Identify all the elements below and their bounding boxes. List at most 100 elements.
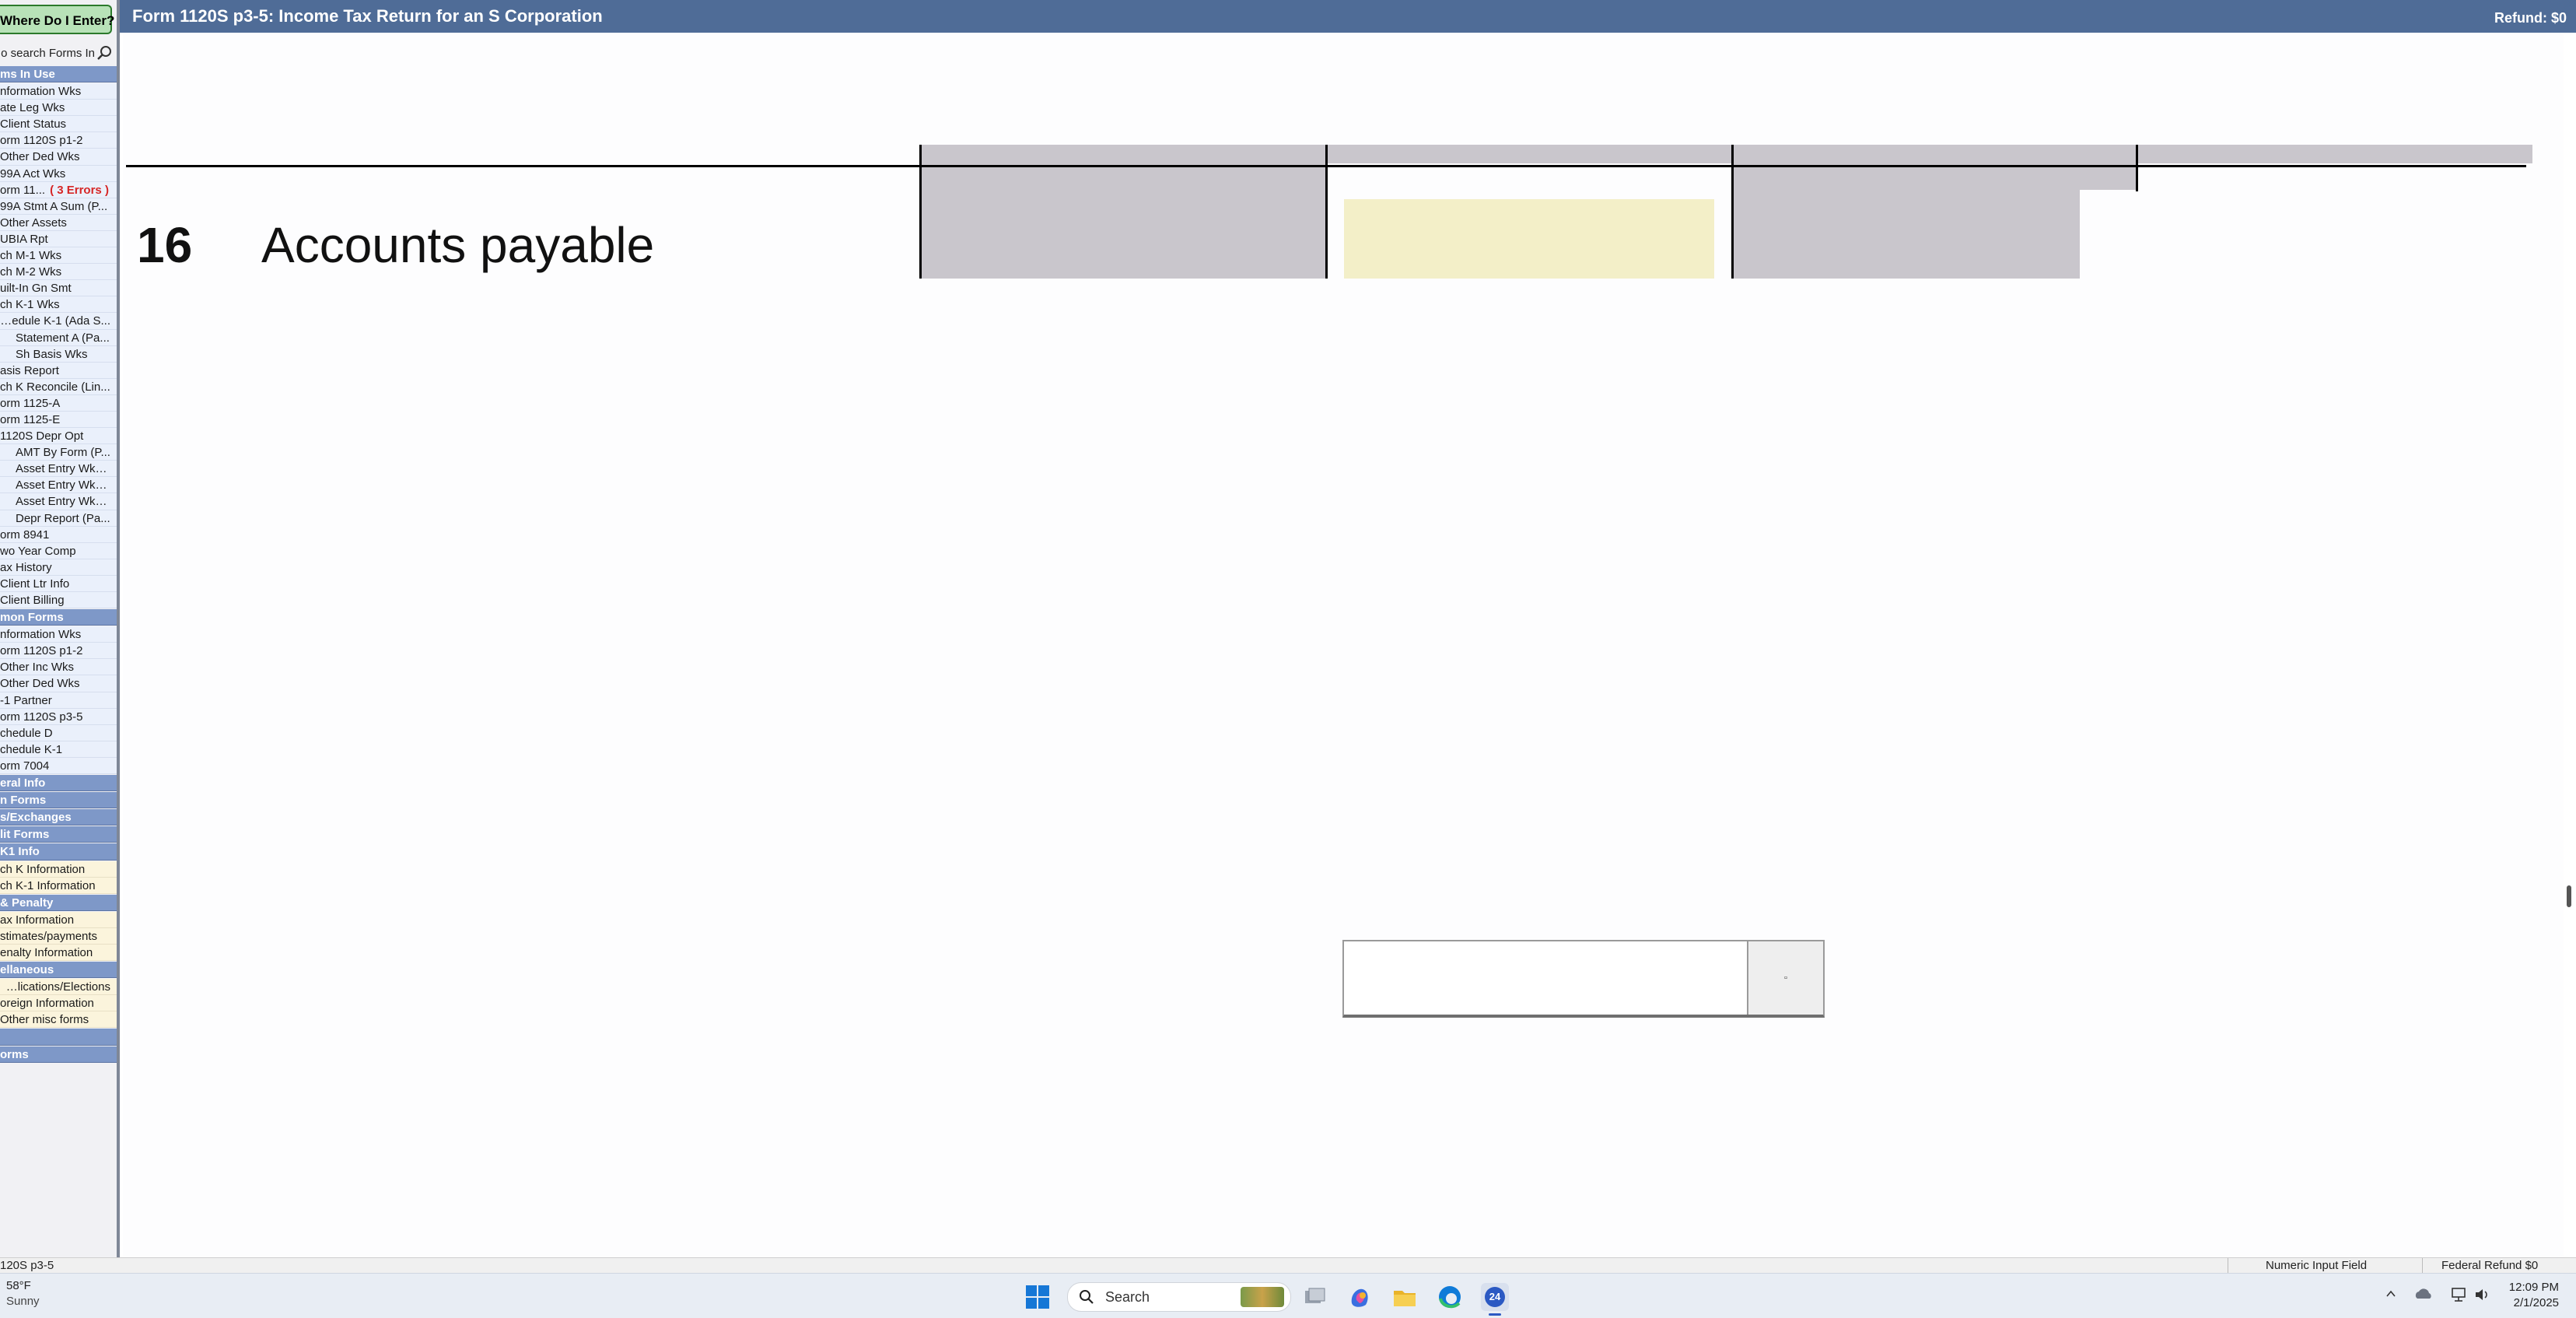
sidebar-form-item[interactable]: wo Year Comp: [0, 542, 117, 559]
sidebar-form-item[interactable]: orm 7004: [0, 757, 117, 775]
sidebar-form-item[interactable]: ch M-1 Wks: [0, 247, 117, 265]
sidebar-form-item[interactable]: AMT By Form (P...: [0, 444, 117, 461]
sidebar-form-item[interactable]: 1120S Depr Opt: [0, 428, 117, 445]
vertical-scrollbar-thumb[interactable]: [2567, 885, 2571, 907]
sidebar-section-header[interactable]: & Penalty: [0, 894, 117, 911]
sidebar-section-header[interactable]: orms: [0, 1046, 117, 1063]
sidebar-item-label: wo Year Comp: [0, 544, 76, 558]
sidebar-form-item[interactable]: chedule K-1 (Ada S...: [0, 313, 117, 330]
sidebar-form-item[interactable]: ax Information: [0, 911, 117, 928]
sidebar-form-item[interactable]: Client Billing: [0, 592, 117, 609]
accounts-payable-beginning-input[interactable]: [1344, 199, 1714, 279]
sidebar-form-item[interactable]: orm 8941: [0, 526, 117, 543]
sidebar-form-item[interactable]: stimates/payments: [0, 927, 117, 945]
sidebar-form-item[interactable]: Client Ltr Info: [0, 575, 117, 592]
sidebar-form-item[interactable]: orm 1120S p1-2: [0, 643, 117, 660]
sidebar-form-item[interactable]: orm 11... ( 3 Errors ): [0, 181, 117, 198]
sidebar-form-item[interactable]: Asset Entry Wks...: [0, 461, 117, 478]
sidebar-form-item[interactable]: nformation Wks: [0, 626, 117, 643]
network-icon[interactable]: [2450, 1286, 2467, 1303]
sidebar-form-item[interactable]: Statement A (Pa...: [0, 329, 117, 346]
sidebar-item-label: Other Assets: [0, 216, 67, 230]
forms-search-input[interactable]: o search Forms In: [1, 43, 95, 64]
sidebar-form-item[interactable]: chedule K-1: [0, 741, 117, 758]
sidebar-form-item[interactable]: UBIA Rpt: [0, 230, 117, 248]
sidebar-item-label: ax Information: [0, 913, 75, 927]
active-app-icon[interactable]: 24: [1481, 1283, 1509, 1316]
weather-widget[interactable]: 58°F Sunny: [6, 1278, 40, 1309]
sidebar-form-item[interactable]: Asset Entry Wks...: [0, 493, 117, 510]
sidebar-form-item[interactable]: 99A Act Wks: [0, 165, 117, 182]
sidebar-item-label: chedule K-1: [0, 742, 63, 756]
sidebar-form-item[interactable]: ch K-1 Wks: [0, 296, 117, 314]
form-title-bar: Form 1120S p3-5: Income Tax Return for a…: [120, 0, 2576, 33]
search-icon[interactable]: [96, 45, 114, 62]
edge-browser-icon[interactable]: [1436, 1283, 1464, 1311]
sidebar-form-item[interactable]: ch K Reconcile (Lin...: [0, 378, 117, 395]
column-divider-2: [1325, 145, 1328, 279]
sidebar-section-header[interactable]: ellaneous: [0, 962, 117, 979]
sidebar-form-item[interactable]: ch K Information: [0, 861, 117, 878]
column-divider-4: [2136, 145, 2138, 191]
sidebar-section-header[interactable]: s/Exchanges: [0, 809, 117, 826]
sidebar-form-item[interactable]: oreign Information: [0, 995, 117, 1012]
task-view-icon[interactable]: [1300, 1283, 1328, 1311]
sidebar-section-header[interactable]: lit Forms: [0, 826, 117, 843]
line16-col-c-shaded: [1733, 190, 2080, 279]
sidebar-section-header[interactable]: ms In Use: [0, 66, 117, 83]
where-do-i-enter-button[interactable]: Where Do I Enter?: [0, 5, 114, 34]
numeric-input-field[interactable]: [1344, 941, 1748, 1015]
column-divider-3: [1731, 145, 1734, 279]
taskbar-search[interactable]: Search: [1067, 1282, 1291, 1312]
sidebar-form-item[interactable]: Other Ded Wks: [0, 149, 117, 166]
column-header-band: [921, 145, 2532, 163]
sidebar-item-label: Sh Basis Wks: [16, 347, 88, 361]
sidebar-form-item[interactable]: orm 1125-A: [0, 394, 117, 412]
sidebar-section-header[interactable]: [0, 1029, 117, 1046]
sidebar-form-item[interactable]: chedule D: [0, 724, 117, 741]
status-field-type: Numeric Input Field: [2228, 1258, 2421, 1274]
file-explorer-icon[interactable]: [1391, 1283, 1419, 1311]
sidebar-form-item[interactable]: Client Status: [0, 116, 117, 133]
sidebar-section-header[interactable]: K1 Info: [0, 843, 117, 861]
sidebar-item-label: chedule D: [0, 726, 53, 740]
status-bar: 120S p3-5 Numeric Input Field Federal Re…: [0, 1257, 2576, 1274]
sidebar-item-label: stimates/payments: [0, 929, 98, 943]
sidebar-form-item[interactable]: orm 1120S p1-2: [0, 132, 117, 149]
sidebar-form-item[interactable]: ch M-2 Wks: [0, 264, 117, 281]
sidebar-form-item[interactable]: nformation Wks: [0, 83, 117, 100]
sidebar-form-item[interactable]: Depr Report (Pa...: [0, 510, 117, 527]
sidebar-form-item[interactable]: Other misc forms: [0, 1011, 117, 1029]
sidebar-form-item[interactable]: asis Report: [0, 362, 117, 379]
sidebar-section-header[interactable]: eral Info: [0, 775, 117, 792]
sidebar-form-item[interactable]: Other Assets: [0, 214, 117, 231]
sidebar-form-item[interactable]: orm 1125-E: [0, 411, 117, 429]
sidebar-form-item[interactable]: Other Inc Wks: [0, 659, 117, 676]
line-number: 16: [137, 217, 193, 273]
sidebar-section-header[interactable]: mon Forms: [0, 609, 117, 626]
sidebar-form-item[interactable]: Sh Basis Wks: [0, 345, 117, 363]
sidebar-form-item[interactable]: -1 Partner: [0, 692, 117, 709]
sidebar-form-item[interactable]: enalty Information: [0, 944, 117, 962]
start-button[interactable]: [1024, 1283, 1052, 1311]
numeric-input-widget[interactable]: ▫: [1342, 940, 1825, 1018]
copilot-icon[interactable]: [1346, 1283, 1374, 1311]
forms-sidebar: Where Do I Enter? o search Forms In ms I…: [0, 0, 120, 1259]
sidebar-form-item[interactable]: 99A Stmt A Sum (P...: [0, 198, 117, 215]
sidebar-form-item[interactable]: ch K-1 Information: [0, 877, 117, 894]
sidebar-form-item[interactable]: orm 1120S p3-5: [0, 708, 117, 725]
sidebar-form-item[interactable]: Applications/Elections: [0, 979, 117, 996]
volume-icon[interactable]: [2473, 1286, 2490, 1303]
show-hidden-icons-chevron[interactable]: [2385, 1288, 2397, 1300]
calculator-button[interactable]: ▫: [1748, 941, 1823, 1015]
sidebar-form-item[interactable]: ate Leg Wks: [0, 100, 117, 117]
sidebar-section-header[interactable]: n Forms: [0, 792, 117, 809]
sidebar-form-item[interactable]: Asset Entry Wks...: [0, 477, 117, 494]
sidebar-item-label: orm 11...: [0, 183, 46, 197]
onedrive-icon[interactable]: [2414, 1286, 2433, 1302]
forms-search-row[interactable]: o search Forms In: [0, 43, 117, 64]
sidebar-form-item[interactable]: uilt-In Gn Smt: [0, 280, 117, 297]
sidebar-form-item[interactable]: ax History: [0, 559, 117, 576]
clock[interactable]: 12:09 PM 2/1/2025: [2509, 1280, 2559, 1311]
sidebar-form-item[interactable]: Other Ded Wks: [0, 675, 117, 692]
